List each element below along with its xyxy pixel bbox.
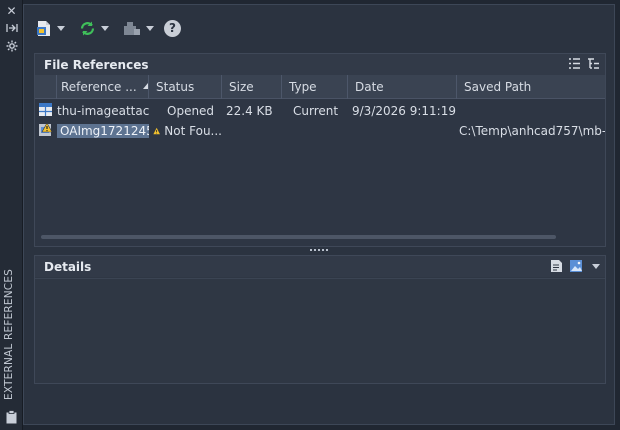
tree-view-icon[interactable] — [587, 57, 600, 70]
attach-dwg-button[interactable] — [34, 18, 67, 38]
file-references-header: File References — [35, 54, 605, 75]
reference-type: Current — [293, 103, 339, 118]
reference-saved-path: C:\Temp\anhcad757\mb-sc — [459, 123, 605, 138]
details-header: Details — [35, 256, 605, 277]
column-header-status[interactable]: Status — [149, 75, 222, 99]
help-icon[interactable]: ? — [164, 19, 181, 37]
attach-dwg-icon — [37, 21, 50, 36]
panel-splitter[interactable] — [34, 247, 606, 255]
selected-reference-name: OAImg1721245... — [57, 123, 149, 138]
palette-side-strip: ✕ EXTERNAL REFERENCES — [0, 0, 23, 430]
table-row[interactable]: OAImg1721245... Not Fou... C:\Temp\anhca… — [35, 121, 605, 140]
reference-date: 9/3/2026 9:11:19 ... — [352, 103, 457, 118]
preview-image-icon[interactable] — [569, 259, 583, 273]
table-header: Reference ... Status Size Type Date Save… — [35, 75, 605, 99]
autohide-icon[interactable] — [4, 22, 19, 36]
column-header-saved-path[interactable]: Saved Path — [457, 75, 605, 99]
horizontal-scrollbar[interactable] — [41, 235, 556, 239]
column-header-icon — [35, 75, 57, 99]
xref-palette-window: ✕ EXTERNAL REFERENCES ? File References … — [0, 0, 620, 430]
clipboard-icon — [4, 410, 19, 424]
xref-palette: ? File References Reference ... Status S… — [23, 4, 615, 425]
chevron-down-icon[interactable] — [101, 25, 109, 31]
warning-icon — [153, 127, 160, 134]
properties-gear-icon[interactable] — [4, 40, 19, 54]
details-panel: Details — [34, 255, 606, 384]
refresh-icon — [80, 21, 95, 35]
chevron-down-icon[interactable] — [592, 263, 600, 269]
reference-name: OAImg1721245... — [57, 123, 149, 138]
reference-status: Not Fou... — [149, 124, 222, 138]
details-title: Details — [44, 259, 92, 274]
file-references-panel: File References Reference ... Status Siz… — [34, 53, 606, 247]
table-row[interactable]: thu-imageattach Opened 22.4 KB Current 9… — [35, 101, 605, 120]
image-warning-icon — [35, 121, 57, 140]
drawing-icon — [35, 102, 57, 120]
reference-size: 22.4 KB — [226, 103, 273, 118]
close-icon[interactable]: ✕ — [4, 4, 19, 18]
change-path-icon — [124, 21, 140, 35]
file-references-table: Reference ... Status Size Type Date Save… — [35, 75, 605, 246]
palette-vertical-title: EXTERNAL REFERENCES — [3, 268, 15, 400]
palette-toolbar: ? — [34, 17, 181, 39]
column-header-size[interactable]: Size — [222, 75, 282, 99]
column-header-date[interactable]: Date — [348, 75, 457, 99]
reference-status: Opened — [167, 103, 215, 118]
chevron-down-icon[interactable] — [57, 25, 65, 31]
change-path-button[interactable] — [121, 18, 156, 38]
details-body — [35, 278, 605, 383]
reference-name: thu-imageattach — [57, 103, 149, 118]
file-references-title: File References — [44, 57, 149, 72]
chevron-down-icon[interactable] — [146, 25, 154, 31]
column-header-type[interactable]: Type — [282, 75, 348, 99]
splitter-grip-icon — [310, 249, 328, 251]
details-view-icon[interactable] — [550, 259, 564, 273]
column-header-reference-name[interactable]: Reference ... — [57, 75, 149, 99]
list-view-icon[interactable] — [568, 57, 581, 70]
refresh-button[interactable] — [77, 18, 111, 38]
